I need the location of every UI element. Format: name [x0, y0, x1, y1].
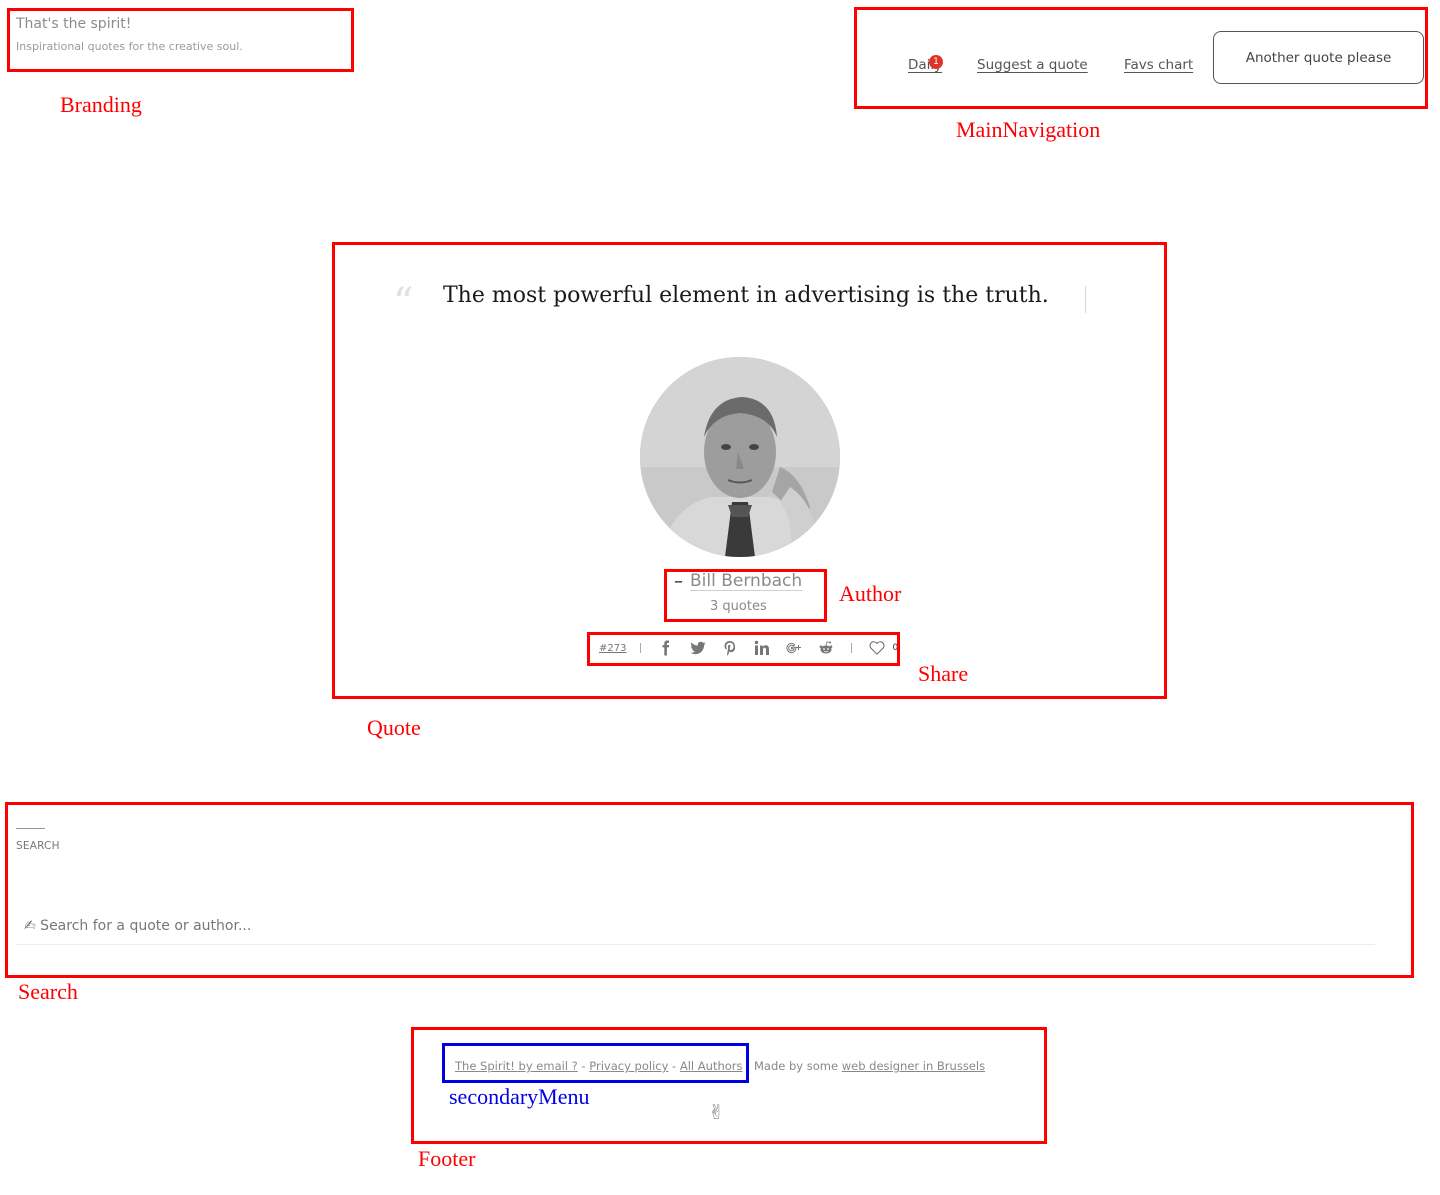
author-avatar[interactable]: [640, 357, 840, 557]
footer-separator: -: [668, 1059, 680, 1073]
search-annotation: Search: [18, 979, 78, 1004]
footer-separator: -: [577, 1059, 590, 1073]
secondary-menu-annotation: secondaryMenu: [449, 1084, 590, 1109]
another-quote-button[interactable]: Another quote please: [1213, 31, 1424, 84]
privacy-policy-link[interactable]: Privacy policy: [589, 1059, 668, 1073]
author-annotation: Author: [839, 581, 902, 606]
site-tagline: Inspirational quotes for the creative so…: [16, 40, 243, 53]
branding-annotation: Branding: [60, 92, 142, 117]
share-region: [587, 632, 900, 666]
share-annotation: Share: [918, 661, 969, 686]
footer-credit-text: Made by some: [754, 1059, 842, 1073]
quote-text: The most powerful element in advertising…: [443, 283, 1049, 308]
search-heading: SEARCH: [16, 840, 60, 852]
quote-divider: [1085, 286, 1086, 313]
main-navigation-annotation: MainNavigation: [956, 117, 1101, 142]
search-region: [5, 802, 1414, 978]
footer-annotation: Footer: [418, 1146, 476, 1171]
author-portrait-image: [640, 357, 840, 557]
peace-hand-icon: ✌: [708, 1100, 725, 1124]
search-heading-rule: [16, 828, 45, 829]
email-subscribe-link[interactable]: The Spirit! by email ?: [455, 1059, 578, 1073]
nav-favs-link[interactable]: Favs chart: [1124, 57, 1193, 73]
search-input[interactable]: [16, 911, 1375, 941]
site-title[interactable]: That's the spirit!: [16, 16, 131, 32]
author-region: [664, 569, 827, 622]
open-quote-mark: “: [393, 280, 414, 326]
nav-suggest-link[interactable]: Suggest a quote: [977, 57, 1088, 73]
all-authors-link[interactable]: All Authors: [680, 1059, 743, 1073]
secondary-menu: The Spirit! by email ? - Privacy policy …: [455, 1059, 743, 1073]
web-designer-link[interactable]: web designer in Brussels: [842, 1059, 985, 1073]
quote-annotation: Quote: [367, 715, 421, 740]
search-field: [16, 908, 1375, 945]
daily-notification-badge: 1: [929, 55, 943, 69]
footer-credit: Made by some web designer in Brussels: [754, 1059, 985, 1073]
